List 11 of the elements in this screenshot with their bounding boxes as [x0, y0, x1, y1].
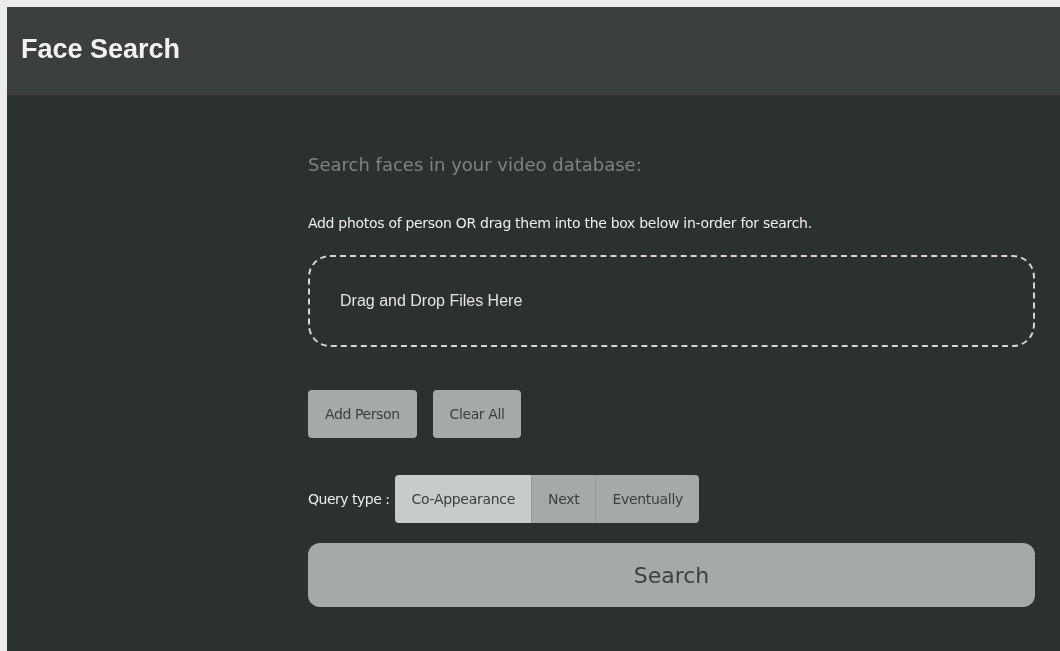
- instruction-text: Add photos of person OR drag them into the box below in-order for search.: [308, 215, 812, 231]
- section-heading: Search faces in your video database:: [308, 154, 642, 175]
- search-button[interactable]: Search: [308, 543, 1035, 607]
- action-button[interactable]: Clear All: [432, 390, 522, 438]
- query-type-label: Query type :: [308, 491, 390, 507]
- page-title: Face Search: [21, 33, 181, 65]
- query-type-option[interactable]: Eventually: [595, 475, 699, 523]
- query-type-option[interactable]: Co-Appearance: [395, 475, 531, 523]
- query-type-option[interactable]: Next: [530, 475, 596, 523]
- drop-zone[interactable]: Drag and Drop Files Here: [308, 255, 1035, 347]
- action-button[interactable]: Add Person: [308, 390, 417, 438]
